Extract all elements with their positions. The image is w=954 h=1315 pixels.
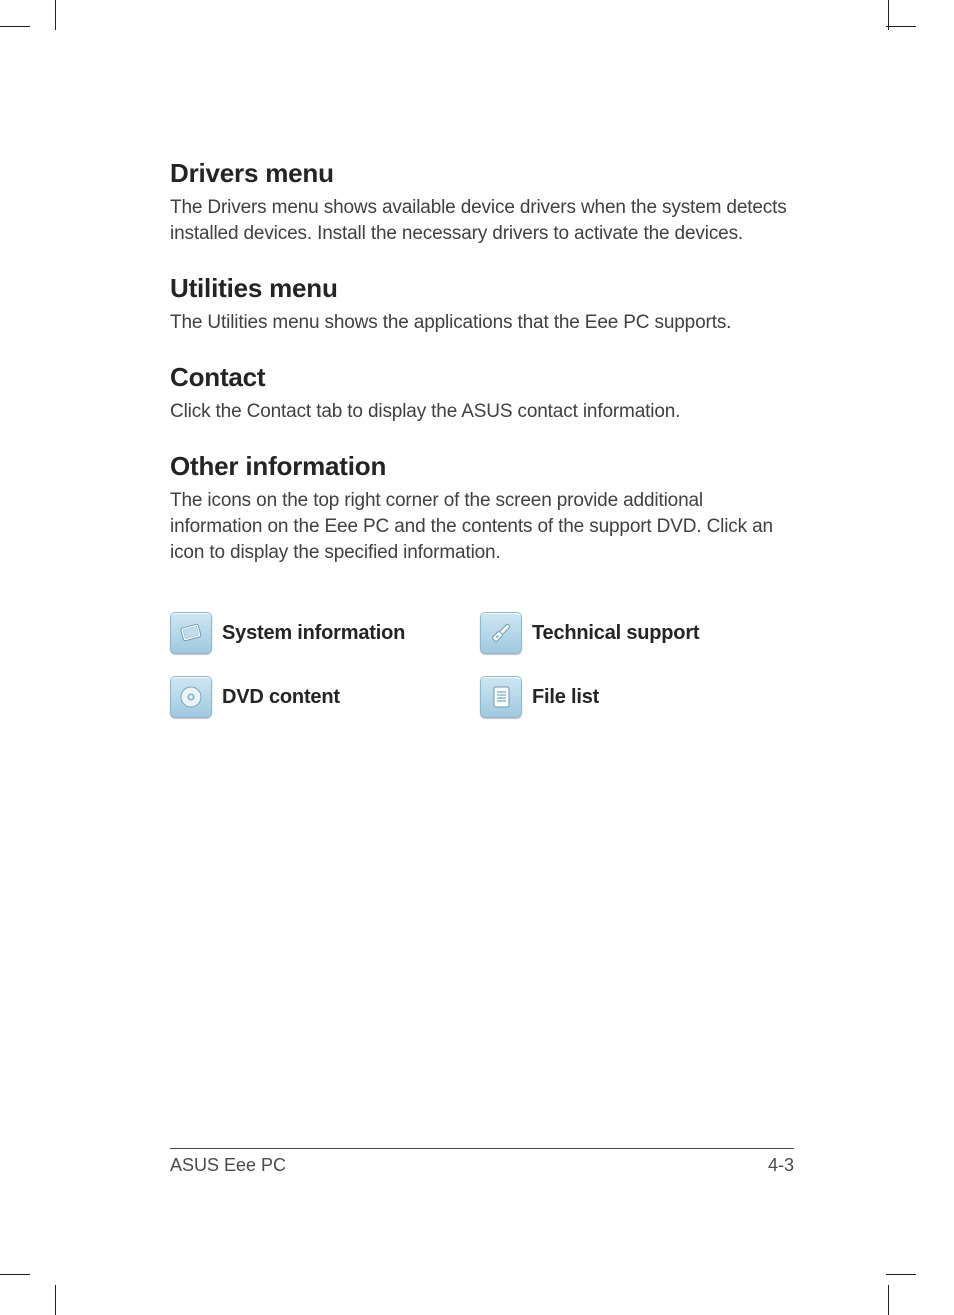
footer-rule bbox=[170, 1148, 794, 1149]
heading-drivers-menu: Drivers menu bbox=[170, 158, 790, 189]
body-other-information: The icons on the top right corner of the… bbox=[170, 488, 790, 566]
footer-product: ASUS Eee PC bbox=[170, 1155, 286, 1176]
system-information-icon bbox=[170, 612, 212, 654]
crop-mark bbox=[888, 1285, 889, 1315]
crop-mark bbox=[55, 1285, 56, 1315]
heading-utilities-menu: Utilities menu bbox=[170, 273, 790, 304]
crop-mark bbox=[886, 1274, 916, 1275]
dvd-content-icon bbox=[170, 676, 212, 718]
body-contact: Click the Contact tab to display the ASU… bbox=[170, 399, 790, 425]
heading-contact: Contact bbox=[170, 362, 790, 393]
technical-support-icon bbox=[480, 612, 522, 654]
heading-other-information: Other information bbox=[170, 451, 790, 482]
crop-mark bbox=[888, 0, 889, 30]
page-footer: ASUS Eee PC 4-3 bbox=[170, 1148, 794, 1176]
label-technical-support: Technical support bbox=[532, 622, 699, 645]
page-content: Drivers menu The Drivers menu shows avai… bbox=[170, 158, 790, 718]
crop-mark bbox=[886, 26, 916, 27]
crop-mark bbox=[0, 26, 30, 27]
crop-mark bbox=[55, 0, 56, 30]
label-system-information: System information bbox=[222, 622, 405, 645]
file-list-icon bbox=[480, 676, 522, 718]
crop-mark bbox=[0, 1274, 30, 1275]
item-dvd-content: DVD content bbox=[170, 676, 470, 718]
item-file-list: File list bbox=[480, 676, 780, 718]
item-system-information: System information bbox=[170, 612, 470, 654]
item-technical-support: Technical support bbox=[480, 612, 780, 654]
icon-grid: System information Technical support bbox=[170, 612, 790, 718]
body-utilities-menu: The Utilities menu shows the application… bbox=[170, 310, 790, 336]
label-dvd-content: DVD content bbox=[222, 686, 340, 709]
footer-page-number: 4-3 bbox=[768, 1155, 794, 1176]
body-drivers-menu: The Drivers menu shows available device … bbox=[170, 195, 790, 247]
label-file-list: File list bbox=[532, 686, 599, 709]
document-page: Drivers menu The Drivers menu shows avai… bbox=[0, 0, 954, 1315]
